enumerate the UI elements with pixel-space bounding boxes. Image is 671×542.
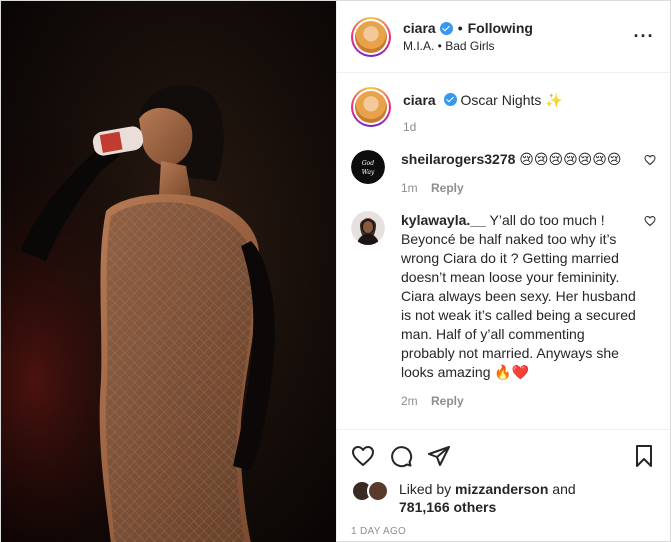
comment-item: kylawayla.__ Y’all do too much ! Beyoncé… bbox=[351, 211, 656, 408]
post-location[interactable]: M.I.A. • Bad Girls bbox=[403, 39, 632, 53]
save-bookmark-icon[interactable] bbox=[632, 444, 656, 468]
header-text: ciara • Following M.I.A. • Bad Girls bbox=[403, 20, 632, 53]
commenter-username[interactable]: sheilarogers3278 bbox=[401, 151, 515, 167]
post-photo[interactable] bbox=[1, 1, 336, 542]
following-button[interactable]: Following bbox=[468, 20, 533, 36]
likes-and: and bbox=[552, 481, 576, 497]
comment-item: God Way sheilarogers3278 😢😢😢😢😢😢😢 1m Repl… bbox=[351, 150, 656, 195]
comment-age[interactable]: 2m bbox=[401, 394, 418, 408]
share-paper-plane-icon[interactable] bbox=[427, 444, 451, 468]
author-username[interactable]: ciara bbox=[403, 20, 436, 36]
likes-summary: Liked by mizzanderson and 781,166 others bbox=[351, 480, 656, 516]
liker-avatars[interactable] bbox=[351, 480, 391, 502]
author-avatar[interactable] bbox=[351, 16, 391, 57]
svg-text:God: God bbox=[362, 160, 374, 167]
post-actions: Liked by mizzanderson and 781,166 others… bbox=[337, 429, 670, 541]
comment-text: 😢😢😢😢😢😢😢 bbox=[519, 151, 622, 167]
post-side-panel: ciara • Following M.I.A. • Bad Girls ···… bbox=[336, 1, 670, 541]
instagram-post: ciara • Following M.I.A. • Bad Girls ···… bbox=[0, 0, 671, 542]
comments-section[interactable]: ciara Oscar Nights ✨ 1d God Way sheilaro… bbox=[337, 73, 670, 429]
post-photo-illustration bbox=[1, 1, 336, 542]
reply-button[interactable]: Reply bbox=[431, 181, 464, 195]
like-comment-heart-icon[interactable] bbox=[644, 154, 656, 166]
liker-username[interactable]: mizzanderson bbox=[455, 481, 548, 497]
likes-text: Liked by mizzanderson and 781,166 others bbox=[399, 480, 576, 516]
verified-badge-icon bbox=[439, 21, 453, 35]
caption-age[interactable]: 1d bbox=[403, 120, 416, 134]
commenter-avatar[interactable] bbox=[351, 211, 385, 245]
commenter-username[interactable]: kylawayla.__ bbox=[401, 212, 486, 228]
comment-bubble-icon[interactable] bbox=[389, 444, 413, 468]
post-timestamp[interactable]: 1 DAY AGO bbox=[351, 526, 656, 537]
caption-username[interactable]: ciara bbox=[403, 92, 436, 108]
likes-count[interactable]: 781,166 others bbox=[399, 499, 496, 515]
like-heart-icon[interactable] bbox=[351, 444, 375, 468]
caption-author-avatar[interactable] bbox=[351, 87, 391, 127]
verified-badge-icon bbox=[443, 93, 457, 106]
caption: ciara Oscar Nights ✨ 1d bbox=[351, 87, 656, 134]
action-icons bbox=[351, 436, 656, 476]
caption-text: Oscar Nights ✨ bbox=[460, 92, 563, 108]
more-options-icon[interactable]: ··· bbox=[632, 26, 656, 47]
post-header: ciara • Following M.I.A. • Bad Girls ··· bbox=[337, 1, 670, 73]
like-comment-heart-icon[interactable] bbox=[644, 215, 656, 227]
commenter-avatar[interactable]: God Way bbox=[351, 150, 385, 184]
likes-prefix: Liked by bbox=[399, 481, 452, 497]
comment-text: Y’all do too much ! Beyoncé be half nake… bbox=[401, 212, 636, 380]
reply-button[interactable]: Reply bbox=[431, 394, 464, 408]
svg-text:Way: Way bbox=[362, 169, 375, 176]
comment-age[interactable]: 1m bbox=[401, 181, 418, 195]
separator-dot: • bbox=[457, 20, 463, 36]
